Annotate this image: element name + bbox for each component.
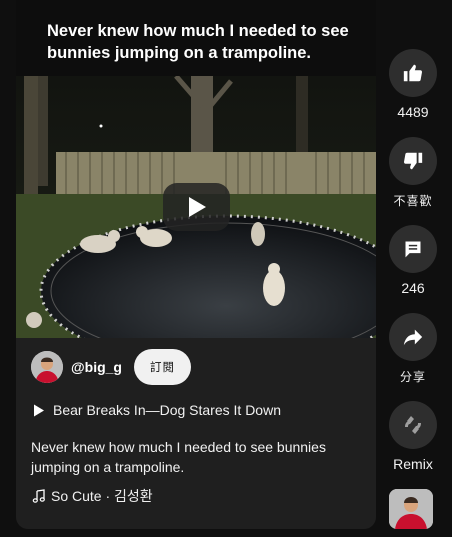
channel-avatar[interactable]	[31, 351, 63, 383]
dislike-button[interactable]	[389, 137, 437, 185]
share-label: 分享	[399, 370, 426, 384]
linked-video-link[interactable]: Bear Breaks In—Dog Stares It Down	[31, 402, 281, 418]
video-player[interactable]	[16, 76, 376, 338]
play-button[interactable]	[163, 183, 230, 231]
music-note-icon	[31, 488, 47, 504]
thumbs-up-icon	[403, 64, 423, 82]
video-description: Never knew how much I needed to see bunn…	[31, 439, 326, 475]
like-count: 4489	[397, 104, 429, 120]
play-icon	[188, 197, 206, 217]
thumbs-down-icon	[403, 152, 423, 170]
comment-count: 246	[401, 280, 425, 296]
remix-icon	[405, 416, 421, 434]
remix-label: Remix	[393, 456, 433, 472]
short-video-card: Never knew how much I needed to see bunn…	[16, 0, 376, 529]
channel-row: @big_g 訂閱	[31, 349, 191, 385]
share-button[interactable]	[389, 313, 437, 361]
music-link[interactable]: So Cute · 김성환	[31, 486, 153, 506]
like-action: 4489	[389, 49, 437, 120]
comment-icon	[405, 241, 421, 258]
subscribe-button[interactable]: 訂閱	[133, 349, 191, 385]
music-label: So Cute · 김성환	[51, 488, 153, 504]
dislike-action: 不喜歡	[389, 137, 437, 209]
share-action: 分享	[389, 313, 437, 385]
play-icon	[31, 402, 47, 418]
like-button[interactable]	[389, 49, 437, 97]
video-info-panel: @big_g 訂閱 Bear Breaks In—Dog Stares It D…	[16, 338, 376, 529]
linked-video-title: Bear Breaks In—Dog Stares It Down	[53, 402, 281, 418]
sound-thumbnail[interactable]	[389, 489, 433, 529]
channel-handle[interactable]: @big_g	[71, 359, 122, 375]
remix-button[interactable]	[389, 401, 437, 449]
video-overlay-caption: Never knew how much I needed to see bunn…	[16, 0, 376, 76]
share-icon	[403, 329, 423, 346]
comment-action: 246	[389, 225, 437, 296]
remix-action: Remix	[389, 401, 437, 472]
dislike-label: 不喜歡	[393, 194, 433, 208]
comment-button[interactable]	[389, 225, 437, 273]
